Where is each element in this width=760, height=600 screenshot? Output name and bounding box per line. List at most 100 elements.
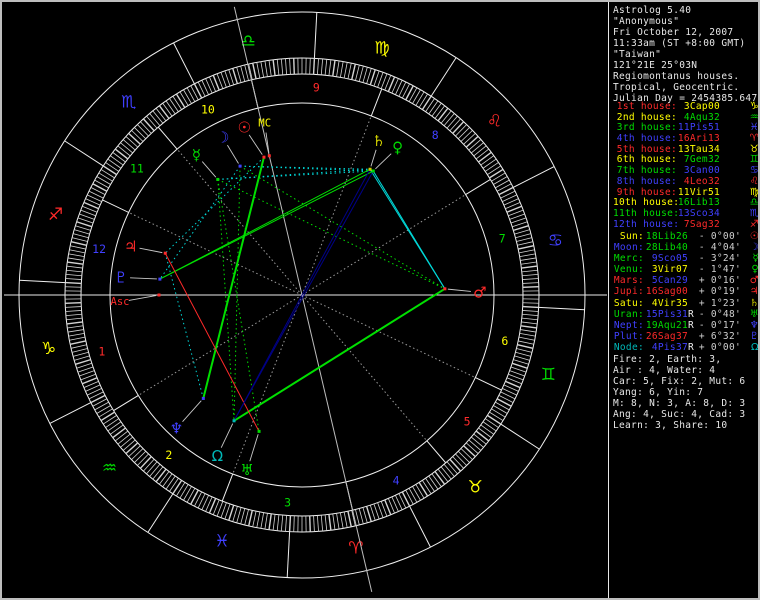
planet-glyph-venus: ♀ bbox=[392, 138, 403, 156]
planet-row: Node: 4Pis37 R + 0°00' Ω bbox=[613, 341, 759, 353]
house-label: 11th house: bbox=[613, 207, 680, 219]
house-number-2: 2 bbox=[165, 448, 172, 462]
sign-glyph-taurus: ♉ bbox=[468, 477, 483, 497]
planet-icon: ♀ bbox=[751, 264, 759, 276]
house-row: 12th house: 7Sag32 ♐ bbox=[613, 218, 759, 231]
stats-line: Ang: 4, Suc: 4, Cad: 3 bbox=[613, 409, 746, 420]
planet-label: Sun: bbox=[619, 231, 644, 242]
planet-glyph-mercury: ☿ bbox=[192, 146, 201, 164]
planet-label: Moon: bbox=[613, 242, 644, 254]
planet-velocity: - 3°24' bbox=[698, 253, 741, 265]
planet-icon: ♆ bbox=[749, 319, 759, 331]
planet-row: Nept: 19Aqu21 R - 0°17' ♆ bbox=[613, 319, 759, 331]
header-line: 121°21E 25°03N bbox=[613, 60, 698, 71]
planet-row: Satu: 4Vir35 + 1°23' ♄ bbox=[613, 297, 759, 309]
planet-position-value: 28Lib40 bbox=[645, 242, 688, 254]
planet-velocity: - 0°00' bbox=[698, 231, 741, 242]
node-dot bbox=[232, 419, 236, 423]
house-number-10: 10 bbox=[201, 102, 215, 116]
retrograde-flag bbox=[688, 298, 695, 309]
house-cusp-value: 7Sag32 bbox=[683, 218, 720, 230]
retrograde-flag bbox=[688, 264, 695, 275]
house-cusp-value: 4Leo32 bbox=[683, 175, 720, 187]
retrograde-flag bbox=[688, 231, 695, 242]
astrolog-window: ♈ ♉ ♊ ♋ ♌ ♍ ♎ ♏ ♐ ♑ ♒ ♓ 1 2 3 4 5 6 7 8 9 10 11 12 ☉ ☽ ☿ ♀ ♂ ♃ ♄ ♅ ♆ ♇ Ω MC… bbox=[0, 0, 760, 600]
house-label: 12th house: bbox=[613, 218, 680, 230]
venus-dot bbox=[371, 169, 375, 173]
planet-label: Venu: bbox=[613, 264, 644, 276]
planet-position-value: 15Pis31 bbox=[645, 308, 688, 320]
chart-header: Astrolog 5.40 "Anonymous" Fri October 12, … bbox=[613, 5, 758, 104]
header-line: "Anonymous" bbox=[613, 16, 680, 27]
planet-velocity: + 0°16' bbox=[698, 275, 741, 287]
house-number-7: 7 bbox=[499, 231, 506, 245]
sign-glyph-virgo: ♍ bbox=[374, 39, 389, 59]
planet-label: Node: bbox=[613, 341, 644, 353]
header-line: 11:33am (ST +8:00 GMT) bbox=[613, 38, 746, 49]
retrograde-flag bbox=[688, 242, 695, 253]
planet-position-value: 5Can29 bbox=[651, 275, 688, 287]
planet-velocity: - 0°48' bbox=[698, 308, 741, 320]
planet-glyph-mars: ♂ bbox=[473, 283, 486, 301]
planet-icon: ♅ bbox=[749, 308, 759, 320]
retrograde-flag: R bbox=[688, 308, 695, 320]
zodiac-sign-icon: ♐ bbox=[749, 218, 759, 230]
uranus-dot bbox=[257, 429, 261, 433]
planet-position-value: 26Sag37 bbox=[645, 330, 688, 342]
panel-separator bbox=[608, 2, 609, 598]
planet-row: Jupi: 16Sag00 + 0°19' ♃ bbox=[613, 286, 758, 297]
stats-line: M: 8, N: 3, A: 8, D: 3 bbox=[613, 398, 746, 409]
house-number-3: 3 bbox=[284, 496, 291, 510]
mc-dot bbox=[267, 154, 271, 158]
zodiac-sign-icon: ♏ bbox=[749, 207, 759, 219]
planet-glyph-pluto: ♇ bbox=[114, 268, 127, 286]
neptune-dot bbox=[201, 396, 205, 400]
stats-line: Learn: 3, Share: 10 bbox=[613, 420, 728, 431]
house-number-8: 8 bbox=[432, 128, 439, 142]
planet-glyph-neptune: ♆ bbox=[170, 419, 183, 437]
planet-position-value: 4Pis37 bbox=[651, 341, 688, 353]
planet-icon: Ω bbox=[751, 341, 759, 353]
planet-row: Sun: 18Lib26 - 0°00' ☉ bbox=[613, 231, 758, 242]
house-row: 11th house: 13Sco34 ♏ bbox=[613, 207, 759, 220]
aspect-lines bbox=[159, 156, 446, 432]
jupiter-dot bbox=[163, 251, 167, 255]
sign-glyph-aquarius: ♒ bbox=[102, 458, 117, 478]
chart-axes bbox=[4, 6, 607, 593]
planet-icon: ♇ bbox=[749, 330, 759, 342]
house-number-5: 5 bbox=[464, 414, 471, 428]
element-stats: Fire: 2, Earth: 3, Air : 4, Water: 4 Car: … bbox=[613, 354, 745, 431]
retrograde-flag: R bbox=[688, 319, 695, 331]
house-number-12: 12 bbox=[92, 242, 106, 256]
planet-glyph-uranus: ♅ bbox=[240, 461, 253, 479]
header-line: Astrolog 5.40 bbox=[613, 5, 692, 16]
planet-row: Moon: 28Lib40 - 4°04' ☽ bbox=[613, 242, 759, 254]
planet-position-value: 3Vir07 bbox=[651, 264, 688, 276]
stats-line: Car: 5, Fix: 2, Mut: 6 bbox=[613, 376, 746, 387]
planet-glyph-moon: ☽ bbox=[216, 128, 229, 146]
planet-icon: ☽ bbox=[749, 242, 759, 254]
zodiac-sign-icon: ♌ bbox=[749, 175, 759, 187]
mars-dot bbox=[443, 287, 447, 291]
sun-dot bbox=[262, 155, 266, 159]
natal-wheel-chart: ♈♉♊♋♌♍♎♏♐♑♒♓123456789101112☉☽☿ ♀♂♃♄♅♆♇ΩMC… bbox=[4, 6, 607, 593]
planet-velocity: - 1°47' bbox=[698, 264, 741, 276]
info-panel: Astrolog 5.40 "Anonymous" Fri October 12, … bbox=[611, 2, 758, 598]
planet-table: Sun: 18Lib26- 0°00' ☉ Moon: 28Lib40- 4°04' ☽ M… bbox=[613, 231, 759, 353]
header-line: Tropical, Geocentric. bbox=[613, 82, 740, 93]
retrograde-flag bbox=[688, 253, 695, 264]
planet-icon: ♄ bbox=[749, 297, 759, 309]
planet-velocity: + 1°23' bbox=[698, 297, 741, 309]
planet-velocity: + 0°00' bbox=[698, 341, 741, 353]
planet-position-value: 4Vir35 bbox=[651, 297, 688, 309]
asc-dot bbox=[157, 293, 161, 297]
retrograde-flag bbox=[688, 275, 695, 286]
planet-row: Merc: 9Sco05 - 3°24' ☿ bbox=[613, 253, 758, 265]
planet-label: Satu: bbox=[613, 297, 644, 309]
planet-row: Plut: 26Sag37 + 6°32' ♇ bbox=[613, 330, 759, 342]
sign-glyph-sagittarius: ♐ bbox=[48, 205, 63, 225]
planet-label: Merc: bbox=[613, 253, 644, 265]
header-line: Fri October 12, 2007 bbox=[613, 27, 734, 38]
planet-row: Uran: 15Pis31 R - 0°48' ♅ bbox=[613, 308, 759, 320]
house-number-1: 1 bbox=[98, 345, 105, 359]
